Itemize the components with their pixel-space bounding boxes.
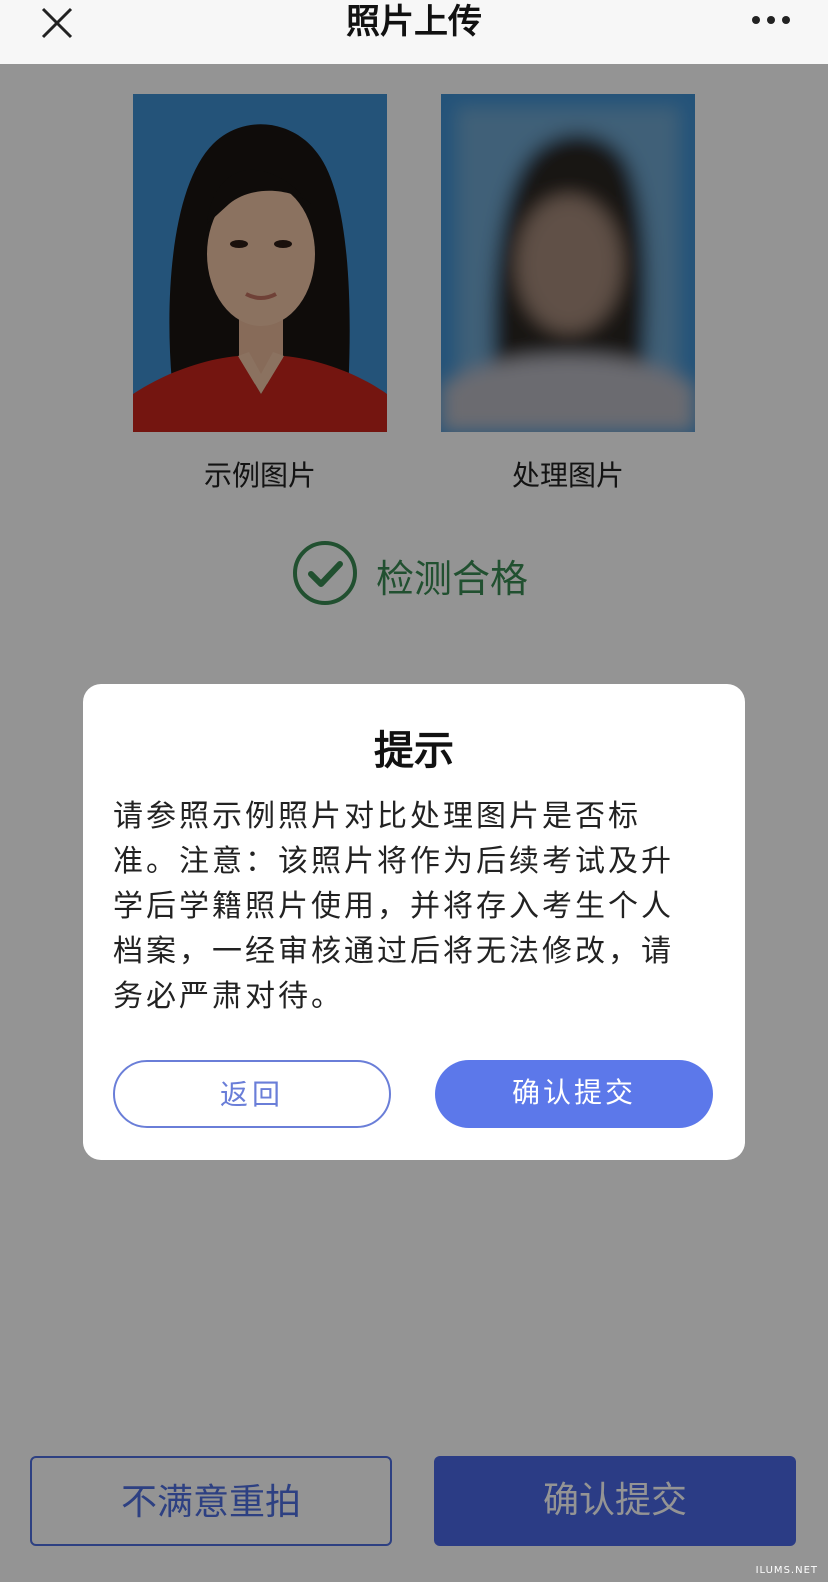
top-nav-bar: 照片上传 <box>0 0 828 64</box>
back-button[interactable]: 返回 <box>113 1060 391 1128</box>
dialog-title: 提示 <box>374 728 454 774</box>
confirm-dialog: 提示 请参照示例照片对比处理图片是否标准。注意：该照片将作为后续考试及升学后学籍… <box>83 684 745 1160</box>
confirm-submit-button[interactable]: 确认提交 <box>435 1060 713 1128</box>
page-title: 照片上传 <box>346 2 482 42</box>
dialog-message: 请参照示例照片对比处理图片是否标准。注意：该照片将作为后续考试及升学后学籍照片使… <box>113 799 674 1014</box>
more-icon[interactable] <box>752 16 790 26</box>
watermark: ILUMS.NET <box>755 1565 818 1576</box>
